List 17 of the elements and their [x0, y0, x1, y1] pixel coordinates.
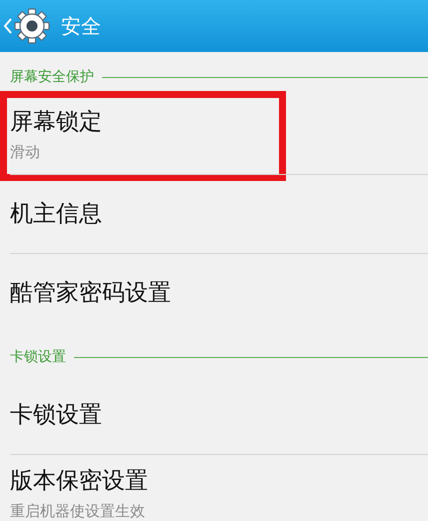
section-header: 卡锁设置	[10, 348, 66, 366]
settings-item[interactable]: 屏幕锁定 滑动	[0, 96, 428, 174]
settings-item[interactable]: 卡锁设置	[0, 376, 428, 454]
back-icon	[3, 17, 13, 35]
item-title: 屏幕锁定	[10, 108, 103, 138]
page-title: 安全	[61, 13, 101, 40]
item-subtitle: 滑动	[10, 142, 41, 164]
item-title: 机主信息	[10, 200, 103, 228]
settings-item[interactable]: 版本保密设置 重启机器使设置生效	[0, 455, 428, 521]
item-subtitle: 重启机器使设置生效	[10, 501, 146, 521]
item-title: 卡锁设置	[10, 400, 103, 430]
gear-icon	[13, 7, 51, 45]
item-title: 酷管家密码设置	[10, 278, 172, 308]
settings-item[interactable]: 机主信息	[0, 175, 428, 253]
settings-item[interactable]: 酷管家密码设置	[0, 254, 428, 332]
section-header: 屏幕安全保护	[10, 68, 94, 86]
item-title: 版本保密设置	[10, 467, 149, 496]
